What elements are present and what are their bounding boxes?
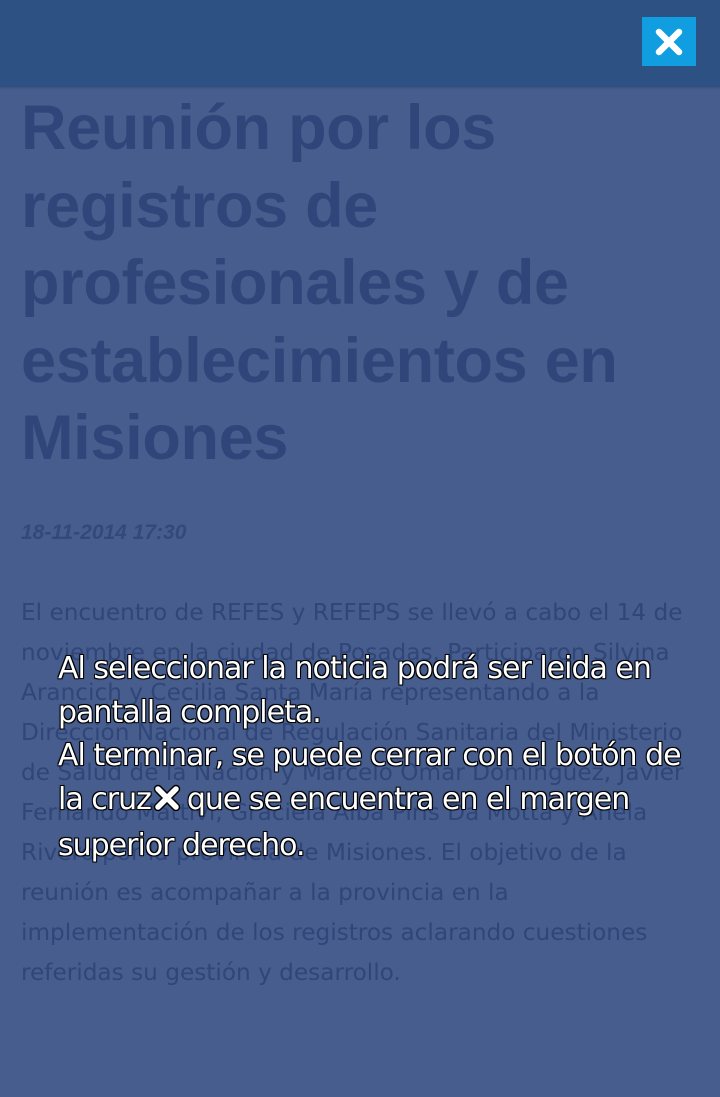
article-title: Reunión por los registros de profesional…: [21, 93, 618, 473]
tutorial-tip: Al seleccionar la noticia podrá ser leid…: [58, 647, 698, 868]
top-bar: [0, 0, 720, 87]
close-icon: [153, 781, 181, 825]
close-button[interactable]: [642, 17, 696, 66]
tutorial-overlay-screen: Reunión por los registros de profesional…: [0, 0, 720, 1097]
close-icon: [655, 28, 683, 55]
tip-line-2: Al terminar, se puede cerrar con el botó…: [58, 734, 698, 868]
article-date: 18-11-2014 17:30: [21, 520, 187, 544]
tip-line-1: Al seleccionar la noticia podrá ser leid…: [58, 651, 652, 730]
